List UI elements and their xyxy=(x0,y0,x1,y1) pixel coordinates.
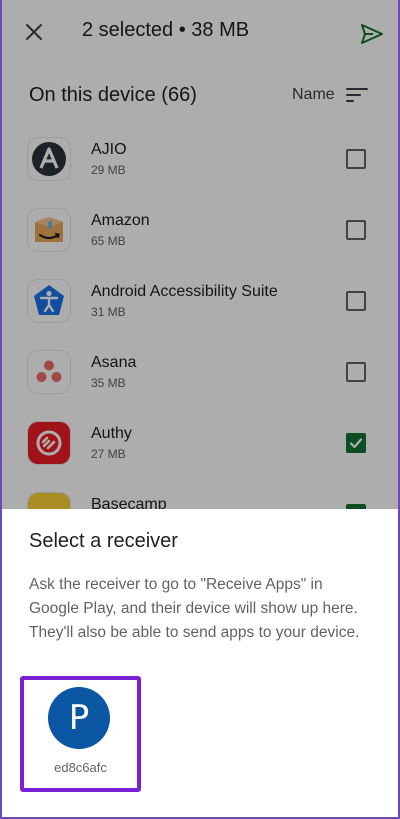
receiver-device[interactable]: P ed8c6afc xyxy=(20,676,141,792)
avatar: P xyxy=(48,687,110,749)
receiver-bottom-sheet: Select a receiver Ask the receiver to go… xyxy=(2,509,398,817)
receiver-name: ed8c6afc xyxy=(54,760,107,775)
sheet-title: Select a receiver xyxy=(29,530,178,552)
modal-scrim[interactable] xyxy=(2,0,398,509)
app-screen: 2 selected • 38 MB On this device (66) N… xyxy=(0,0,400,819)
sheet-description: Ask the receiver to go to "Receive Apps"… xyxy=(29,576,360,641)
